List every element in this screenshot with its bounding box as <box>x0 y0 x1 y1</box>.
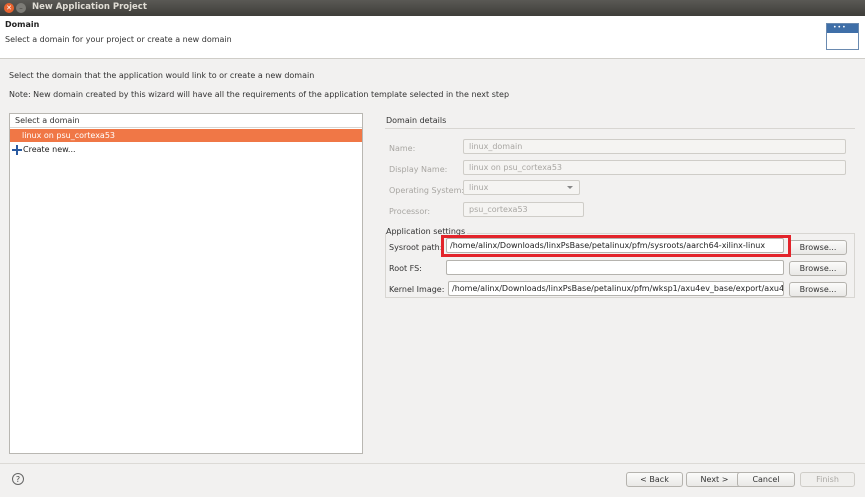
sysroot-label: Sysroot path: <box>389 243 443 252</box>
operating-system-value: linux <box>469 183 489 192</box>
finish-button: Finish <box>800 472 855 487</box>
processor-field: psu_cortexa53 <box>463 202 584 217</box>
footer-separator <box>0 463 865 464</box>
window-title: New Application Project <box>32 2 147 12</box>
root-fs-input[interactable] <box>446 260 784 275</box>
root-fs-browse-button[interactable]: Browse... <box>789 261 847 276</box>
minimize-window-icon[interactable]: – <box>16 3 26 13</box>
domain-list-item[interactable]: linux on psu_cortexa53 <box>10 129 362 142</box>
help-icon[interactable]: ? <box>12 473 24 485</box>
kernel-image-label: Kernel Image: <box>389 285 445 294</box>
page-subtitle: Select a domain for your project or crea… <box>5 35 232 44</box>
name-field: linux_domain <box>463 139 846 154</box>
cancel-button[interactable]: Cancel <box>737 472 795 487</box>
intro-text: Select the domain that the application w… <box>9 71 315 80</box>
close-window-icon[interactable]: ✕ <box>4 3 14 13</box>
wizard-banner-icon: ••• <box>826 23 859 50</box>
window-titlebar: ✕ – New Application Project <box>0 0 865 16</box>
processor-label: Processor: <box>389 207 431 216</box>
display-name-field: linux on psu_cortexa53 <box>463 160 846 175</box>
root-fs-label: Root FS: <box>389 264 422 273</box>
domain-list-header: Select a domain <box>10 114 362 128</box>
plus-icon <box>12 144 22 155</box>
domain-details-title: Domain details <box>386 116 447 125</box>
operating-system-label: Operating System: <box>389 186 465 195</box>
back-button[interactable]: < Back <box>626 472 683 487</box>
sysroot-highlight-box <box>441 235 791 257</box>
page-title: Domain <box>5 20 40 29</box>
chevron-down-icon <box>567 186 573 189</box>
kernel-image-input[interactable]: /home/alinx/Downloads/linxPsBase/petalin… <box>448 281 784 296</box>
details-separator <box>385 128 855 129</box>
operating-system-select: linux <box>463 180 580 195</box>
display-name-label: Display Name: <box>389 165 448 174</box>
kernel-image-browse-button[interactable]: Browse... <box>789 282 847 297</box>
domain-list: Select a domain linux on psu_cortexa53 C… <box>9 113 363 454</box>
create-new-domain[interactable]: Create new... <box>12 144 76 156</box>
next-button[interactable]: Next > <box>686 472 743 487</box>
name-label: Name: <box>389 144 416 153</box>
create-new-label: Create new... <box>23 145 76 154</box>
intro-note: Note: New domain created by this wizard … <box>9 90 510 99</box>
sysroot-browse-button[interactable]: Browse... <box>789 240 847 255</box>
wizard-header: Domain Select a domain for your project … <box>0 16 865 59</box>
